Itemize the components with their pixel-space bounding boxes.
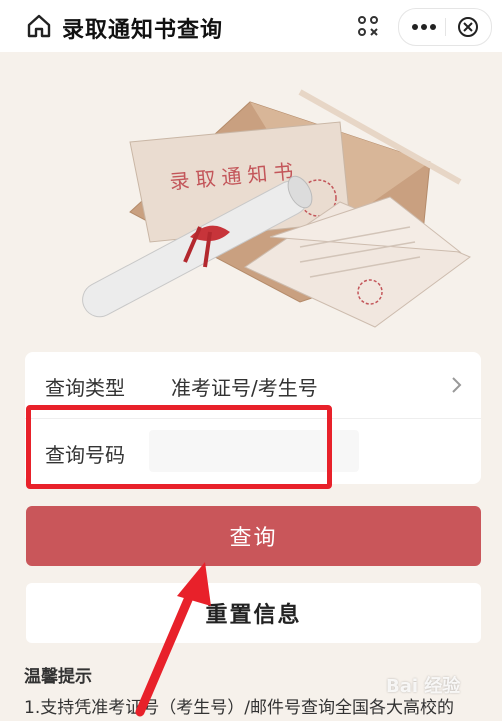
mini-program-capsule xyxy=(398,8,492,46)
tips-title: 温馨提示 xyxy=(24,667,92,687)
hero-illustration: 录取通知书 xyxy=(0,52,502,352)
top-bar: 录取通知书查询 xyxy=(0,0,502,52)
close-icon[interactable] xyxy=(457,16,479,38)
home-icon[interactable] xyxy=(26,13,52,39)
scan-button[interactable] xyxy=(350,10,386,42)
query-type-label: 查询类型 xyxy=(45,376,125,400)
highlight-annotation-box xyxy=(26,405,332,489)
query-type-value[interactable]: 准考证号/考生号 xyxy=(171,372,318,401)
capsule-divider xyxy=(445,18,446,36)
scan-icon xyxy=(358,16,378,36)
chevron-right-icon xyxy=(452,377,462,393)
admission-letter-illustration: 录取通知书 xyxy=(82,89,472,328)
more-icon[interactable] xyxy=(409,15,439,39)
query-button[interactable]: 查询 xyxy=(26,506,481,566)
page-title: 录取通知书查询 xyxy=(62,18,224,43)
watermark: Bai 经验 xyxy=(386,676,461,697)
reset-button[interactable]: 重置信息 xyxy=(26,583,481,643)
